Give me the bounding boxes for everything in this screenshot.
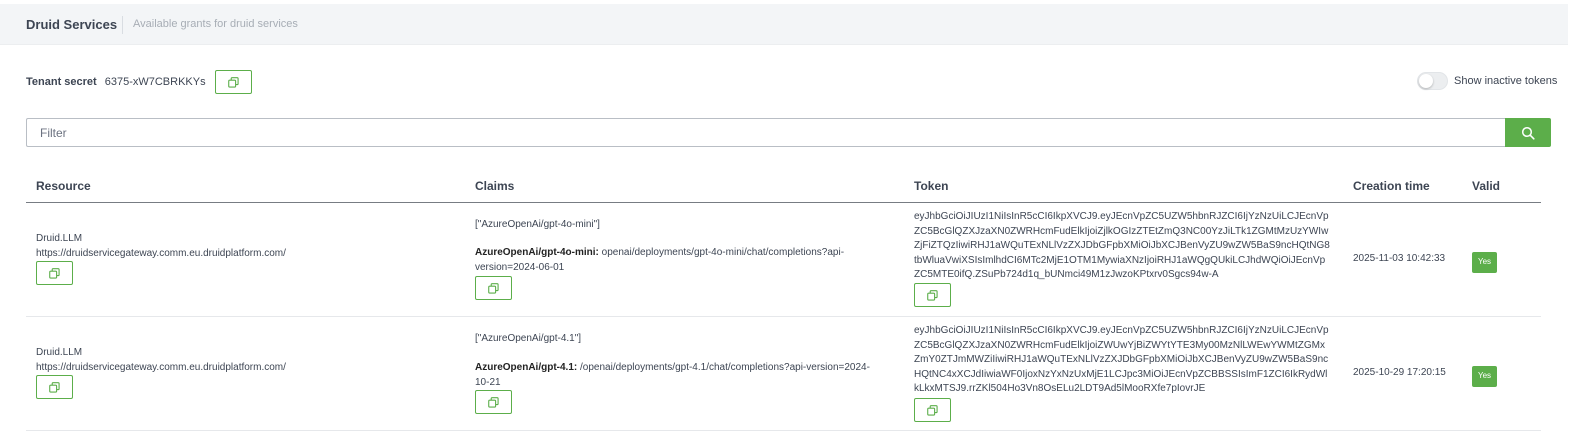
- header-divider: [122, 16, 123, 34]
- copy-claim-button[interactable]: [475, 276, 512, 300]
- creation-time: 2025-11-03 10:42:33: [1353, 253, 1446, 264]
- search-button[interactable]: [1505, 118, 1551, 147]
- show-inactive-toggle[interactable]: [1417, 72, 1448, 90]
- page-title: Druid Services: [26, 17, 118, 32]
- token-line: ZmY0ZTJmMWZiIiwiRHJ1aWQuTExNLlVzZXJDbGFp…: [914, 354, 1329, 365]
- token-line: eyJhbGciOiJIUzI1NiIsInR5cCI6IkpXVCJ9.eyJ…: [914, 325, 1329, 336]
- claim-value: openai/deployments/gpt-4o-mini/chat/comp…: [598, 247, 845, 258]
- claim-detail: AzureOpenAi/gpt-4o-mini: openai/deployme…: [475, 246, 895, 275]
- copy-icon: [227, 76, 239, 88]
- copy-token-button[interactable]: [914, 398, 951, 422]
- claim-key: AzureOpenAi/gpt-4.1:: [475, 362, 578, 373]
- page-header: Druid Services Available grants for drui…: [0, 4, 1568, 45]
- show-inactive-toggle-group: Show inactive tokens: [1417, 72, 1557, 90]
- claim-detail: AzureOpenAi/gpt-4.1: /openai/deployments…: [475, 361, 905, 390]
- claim-key: AzureOpenAi/gpt-4o-mini:: [475, 247, 599, 258]
- tenant-secret: Tenant secret 6375-xW7CBRKKYs: [26, 70, 252, 94]
- copy-claim-button[interactable]: [475, 390, 512, 414]
- filter-input[interactable]: [26, 118, 1505, 147]
- copy-icon: [927, 289, 938, 301]
- claim-value-cont: version=2024-06-01: [475, 261, 565, 273]
- table-header: Resource Claims Token Creation time Vali…: [26, 170, 1541, 203]
- show-inactive-label: Show inactive tokens: [1454, 75, 1558, 87]
- column-header-claims[interactable]: Claims: [475, 179, 514, 193]
- token-line: ZC5BcGlQZXJzaXN0ZWRHcmFudElkIjoiZjlkOGIz…: [914, 225, 1329, 237]
- resource-name: Druid.LLM: [36, 233, 83, 244]
- valid-badge: Yes: [1472, 366, 1498, 387]
- copy-token-button[interactable]: [914, 283, 951, 307]
- token-text: eyJhbGciOiJIUzI1NiIsInR5cCI6IkpXVCJ9.eyJ…: [914, 324, 1334, 397]
- token-line: ZC5BcGlQZXJzaXN0ZWRHcmFudElkIjoiZWUwYjBi…: [914, 339, 1325, 351]
- copy-icon: [488, 282, 499, 294]
- column-header-resource[interactable]: Resource: [36, 179, 91, 193]
- table-row: Druid.LLM https://druidservicegateway.co…: [26, 317, 1541, 431]
- claims-array: ["AzureOpenAi/gpt-4o-mini"]: [475, 219, 600, 230]
- valid-badge: Yes: [1472, 252, 1498, 273]
- copy-resource-button[interactable]: [36, 375, 73, 399]
- copy-icon: [488, 396, 499, 408]
- copy-resource-button[interactable]: [36, 261, 73, 285]
- copy-icon: [927, 404, 938, 416]
- table-row: Druid.LLM https://druidservicegateway.co…: [26, 203, 1541, 317]
- tenant-secret-label: Tenant secret: [26, 76, 97, 88]
- column-header-token[interactable]: Token: [914, 179, 948, 193]
- token-line: kLkxMTSJ9.rrZKl504Ho3Vn8OsELu2LDT9Ad5lMo…: [914, 383, 1206, 394]
- claims-array: ["AzureOpenAi/gpt-4.1"]: [475, 333, 582, 344]
- column-header-valid[interactable]: Valid: [1472, 179, 1500, 193]
- claim-value: /openai/deployments/gpt-4.1/chat/complet…: [577, 362, 870, 373]
- search-icon: [1521, 126, 1535, 140]
- token-line: HQtNC4xXCJdIiwiaWF0IjoxNzYxNzUxMjE1LCJpc…: [914, 368, 1328, 380]
- token-line: ZC5MTE0ifQ.ZSuPb724d1q_bUNmci49M1zJwzoKP…: [914, 269, 1219, 280]
- column-header-creation-time[interactable]: Creation time: [1353, 179, 1430, 193]
- filter-bar: [26, 118, 1551, 147]
- page-subtitle: Available grants for druid services: [133, 18, 298, 30]
- creation-time: 2025-10-29 17:20:15: [1353, 367, 1446, 378]
- toggle-knob: [1419, 74, 1433, 88]
- copy-icon: [49, 267, 60, 279]
- copy-icon: [49, 381, 60, 393]
- token-line: eyJhbGciOiJIUzI1NiIsInR5cCI6IkpXVCJ9.eyJ…: [914, 211, 1329, 222]
- claim-value-cont: 10-21: [475, 376, 501, 388]
- token-text: eyJhbGciOiJIUzI1NiIsInR5cCI6IkpXVCJ9.eyJ…: [914, 210, 1334, 283]
- token-line: tbWluaVwiXSIsImlhdCI6MTc2MjE1OTM1MywiaXN…: [914, 254, 1326, 266]
- resource-url: https://druidservicegateway.comm.eu.drui…: [36, 362, 286, 373]
- token-line: ZjFiZTQzIiwiRHJ1aWQuTExNLlVzZXJDbGFpbXMi…: [914, 240, 1330, 251]
- resource-name: Druid.LLM: [36, 347, 83, 358]
- tenant-secret-value: 6375-xW7CBRKKYs: [104, 76, 206, 88]
- resource-url: https://druidservicegateway.comm.eu.drui…: [36, 248, 286, 259]
- copy-tenant-secret-button[interactable]: [214, 70, 252, 94]
